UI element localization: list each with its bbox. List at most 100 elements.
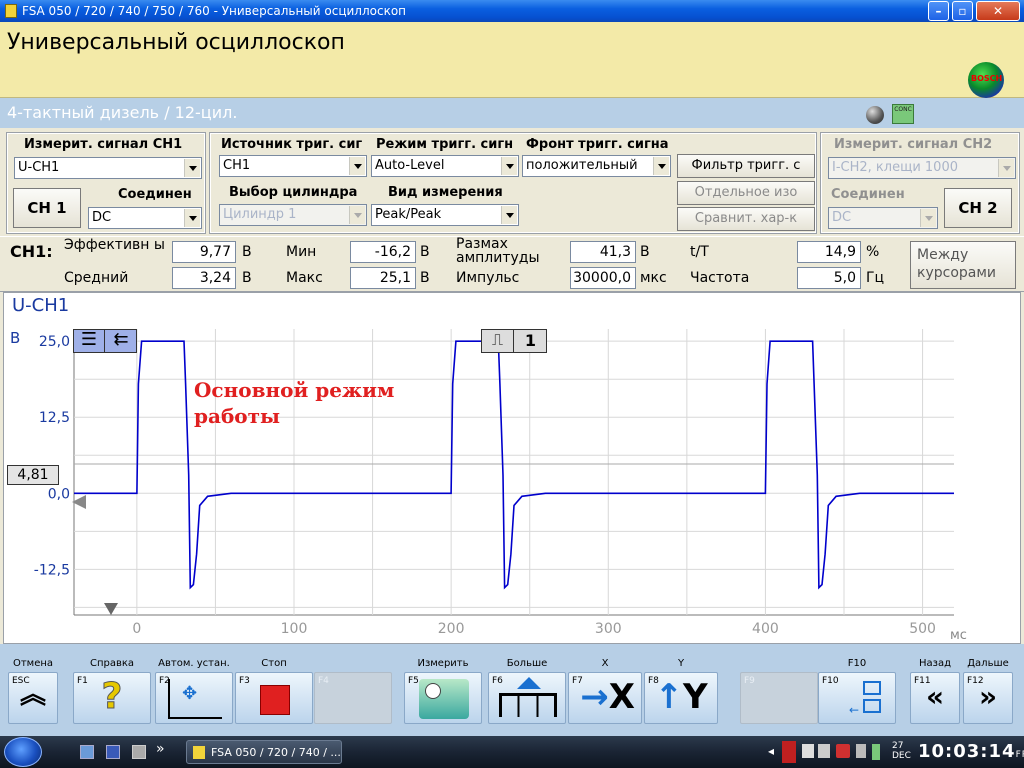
fkey-caption: Отмена: [12, 658, 54, 669]
fkey-f2-button[interactable]: F2 ✥: [155, 672, 233, 724]
horizontal-lines-icon[interactable]: ☰: [74, 330, 105, 352]
chevron-down-icon: [184, 209, 200, 227]
trigger-position-marker-icon[interactable]: [104, 603, 118, 615]
trigger-mode-value: Auto-Level: [375, 158, 445, 173]
trigger-level-label[interactable]: 4,81: [7, 465, 59, 485]
fkey-f5-button[interactable]: F5: [404, 672, 482, 724]
pulse-unit: мкс: [640, 270, 667, 286]
fkey-f8-button[interactable]: F8 ↑Y: [644, 672, 718, 724]
trigger-filter-button[interactable]: Фильтр тригг. с: [677, 154, 815, 178]
trigger-source-select[interactable]: CH1: [219, 155, 367, 177]
maximize-button[interactable]: ▫: [952, 1, 973, 21]
chevron-down-icon: [998, 159, 1014, 177]
tray-clock[interactable]: 10:03:14FRI: [918, 741, 1024, 762]
max-value: 25,1: [350, 267, 416, 289]
y-axis-label: В: [10, 329, 20, 347]
ch1-button[interactable]: CH 1: [13, 188, 81, 228]
trigger-edge-select[interactable]: положительный: [522, 155, 671, 177]
chevron-left-icon[interactable]: ◂: [768, 744, 774, 758]
minimize-button[interactable]: –: [928, 1, 949, 21]
x-axis-icon: →X: [580, 677, 635, 717]
quicklaunch-icon[interactable]: [80, 745, 94, 759]
fkey-f3-button[interactable]: F3: [235, 672, 313, 724]
arrow-left-lines-icon[interactable]: ⇇: [106, 330, 136, 352]
more-icon: [489, 673, 565, 723]
cylinder-select[interactable]: Цилиндр 1: [219, 204, 367, 226]
x-tick-label: 400: [752, 621, 779, 637]
between-cursors-button[interactable]: Между курсорами: [910, 241, 1016, 289]
y-tick-labels: 25,0 12,5 0,0 -12,5: [34, 334, 70, 578]
measure-type-select[interactable]: Peak/Peak: [371, 204, 519, 226]
y-tick-label: 25,0: [39, 334, 70, 350]
close-button[interactable]: ✕: [976, 1, 1020, 21]
window-title: FSA 050 / 720 / 740 / 750 / 760 - Универ…: [22, 4, 406, 18]
f10-icon: ←: [819, 673, 895, 723]
chevron-right-icon[interactable]: »: [156, 741, 165, 757]
fkey-f10-button[interactable]: F10 ←: [818, 672, 896, 724]
fkey-f1-button[interactable]: F1?: [73, 672, 151, 724]
measurements-bar: CH1: Эффективн ый 9,77 В Средний 3,24 В …: [0, 236, 1024, 292]
tray-icon[interactable]: [802, 744, 814, 758]
tray-date: 27 DEC: [892, 741, 911, 761]
date-month: DEC: [892, 751, 911, 761]
fkey-f12-button[interactable]: F12»: [963, 672, 1013, 724]
tray-icon[interactable]: [818, 744, 830, 758]
quicklaunch-icon[interactable]: [132, 745, 146, 759]
scope-panel: U-CH1 25,0 12,5 0,0 -12,5 0 100 200 300 400 500 …: [3, 292, 1021, 644]
ch2-signal-select[interactable]: I-CH2, клещи 1000: [828, 157, 1016, 179]
measure-channel-label: CH1:: [10, 242, 53, 261]
connection-icon-text: CONC: [894, 106, 912, 113]
chevron-down-icon: [501, 157, 517, 175]
cursor-tool-group: ☰ ⇇: [73, 329, 137, 353]
frequency-unit: Гц: [866, 270, 885, 286]
rms-value: 9,77: [172, 241, 236, 263]
rms-label: Эффективн ый: [64, 237, 164, 253]
network-icon[interactable]: [836, 744, 850, 758]
chevron-down-icon: [349, 157, 365, 175]
fkey-f11-button[interactable]: F11 «: [910, 672, 960, 724]
taskbar: » FSA 050 / 720 / 740 / ... ◂ 27 DEC 10:0…: [0, 736, 1024, 768]
chevron-down-icon: [501, 206, 517, 224]
fkey-f7-button[interactable]: F7 →X: [568, 672, 642, 724]
separate-image-button[interactable]: Отдельное изо: [677, 181, 815, 205]
zero-marker-icon[interactable]: [72, 495, 86, 509]
volume-icon[interactable]: [856, 744, 866, 758]
ch2-coupling-select[interactable]: DC: [828, 207, 938, 229]
ch1-coupling-select[interactable]: DC: [88, 207, 202, 229]
trigger-mode-select[interactable]: Auto-Level: [371, 155, 519, 177]
battery-icon: [872, 744, 880, 760]
x-tick-label: 200: [438, 621, 465, 637]
ch2-coupling-value: DC: [832, 210, 852, 225]
fkey-f6-button[interactable]: F6: [488, 672, 566, 724]
start-button[interactable]: [4, 737, 42, 767]
x-tick-label: 100: [281, 621, 308, 637]
y-axis-icon: ↑Y: [654, 677, 708, 717]
app-icon: [193, 746, 205, 759]
fkey-caption: Справка: [89, 658, 135, 669]
auto-setup-icon: ✥: [156, 673, 232, 723]
stop-icon: [236, 673, 312, 723]
function-keys-bar: Отмена ESC ︽ Справка F1? Автом. устан. F2 ✥ Стоп…: [0, 644, 1024, 736]
fkey-caption: Автом. устан.: [158, 658, 230, 669]
fkey-esc-button[interactable]: ESC ︽: [8, 672, 58, 724]
ch1-signal-select[interactable]: U-CH1: [14, 157, 202, 179]
ch2-button[interactable]: CH 2: [944, 188, 1012, 228]
quicklaunch-icon[interactable]: [106, 745, 120, 759]
min-value: -16,2: [350, 241, 416, 263]
date-day: 27: [892, 741, 904, 751]
x-tick-labels: 0 100 200 300 400 500: [132, 621, 936, 637]
engine-type-title: 4-тактный дизель / 12-цил.: [7, 103, 238, 122]
trigger-source-value: CH1: [223, 158, 251, 173]
ch1-signal-label: Измерит. сигнал CH1: [24, 137, 183, 152]
fkey-f4-button[interactable]: F4: [314, 672, 392, 724]
taskbar-task-fsa[interactable]: FSA 050 / 720 / 740 / ...: [186, 740, 342, 764]
connection-icon: CONC: [892, 104, 914, 124]
chevron-down-icon: [184, 159, 200, 177]
fkey-f9-button[interactable]: F9: [740, 672, 818, 724]
amplitude-unit: В: [640, 244, 650, 260]
fkey-caption: Измерить: [417, 658, 469, 669]
compare-button[interactable]: Сравнит. хар-к: [677, 207, 815, 231]
max-unit: В: [420, 270, 430, 286]
pulse-value: 30000,0: [570, 267, 636, 289]
fkey-caption: F10: [847, 658, 867, 669]
